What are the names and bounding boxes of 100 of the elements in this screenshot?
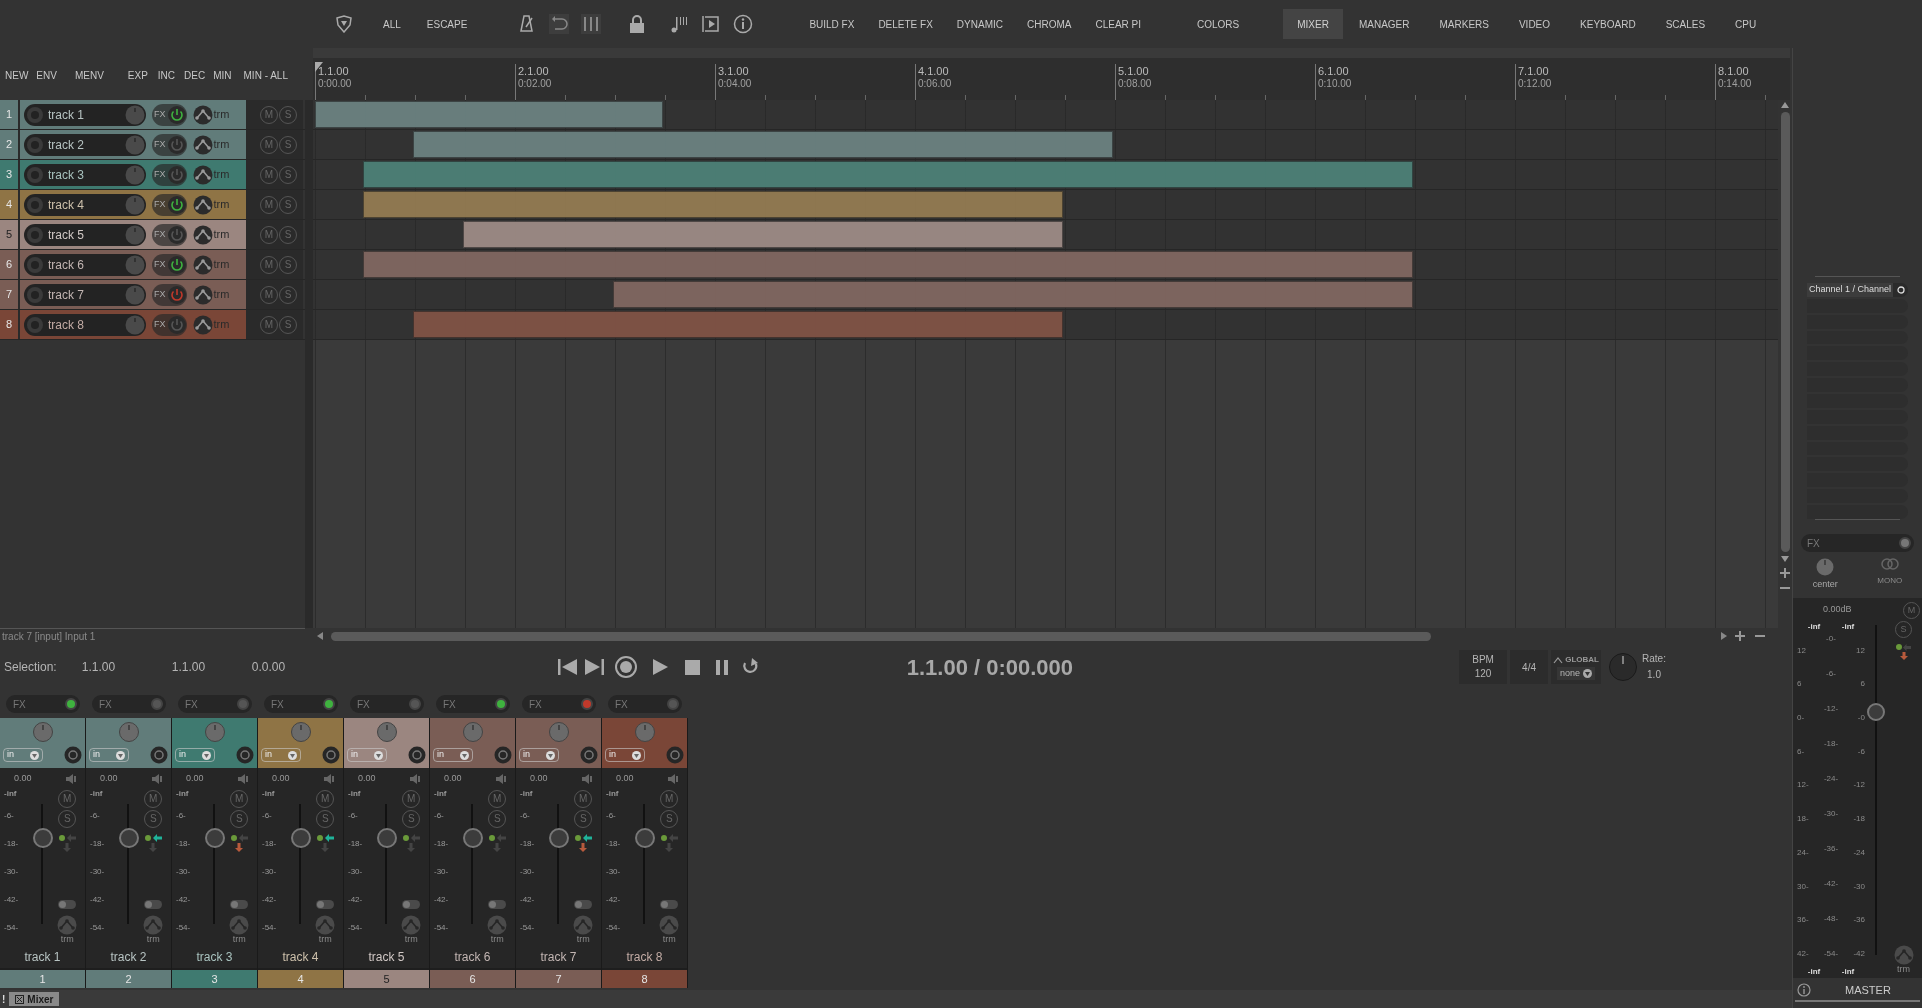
zoom-in-icon[interactable]	[1735, 631, 1745, 641]
toolbar-button[interactable]: INC	[157, 67, 176, 83]
close-icon[interactable]	[15, 994, 25, 1004]
strip-name[interactable]: track 2	[86, 946, 171, 968]
speaker-icon[interactable]	[495, 773, 507, 785]
record-arm-icon[interactable]	[25, 224, 45, 245]
toolbar-button[interactable]: DEC	[184, 67, 206, 83]
media-item[interactable]	[363, 251, 1413, 278]
mixer-tab[interactable]: Mixer	[9, 992, 60, 1006]
trim-label[interactable]: trm	[232, 935, 246, 944]
track-header[interactable]: track 8 FX trm	[20, 310, 246, 339]
strip-name[interactable]: track 4	[258, 946, 343, 968]
toolbar-button[interactable]: CHROMA	[1023, 16, 1076, 32]
record-arm-icon[interactable]	[494, 746, 512, 764]
trim-label[interactable]: trm	[213, 166, 230, 183]
automation-icon[interactable]	[192, 314, 213, 335]
toolbar-button[interactable]: COLORS	[1193, 16, 1244, 32]
zoom-out-icon[interactable]	[1780, 586, 1790, 590]
toolbar-button[interactable]: EXP	[127, 67, 148, 83]
speaker-icon[interactable]	[581, 773, 593, 785]
loop-icon[interactable]	[549, 14, 570, 34]
media-item[interactable]	[463, 221, 1063, 248]
pan-knob[interactable]	[462, 722, 483, 742]
vertical-scrollbar[interactable]	[1780, 112, 1790, 552]
record-arm-icon[interactable]	[64, 746, 82, 764]
toggle-switch[interactable]	[660, 900, 679, 909]
input-dropdown[interactable]: in	[433, 748, 473, 762]
toolbar-button[interactable]: CLEAR PI	[1091, 16, 1145, 32]
strip-number[interactable]: 6	[430, 970, 515, 988]
speaker-icon[interactable]	[151, 773, 163, 785]
automation-icon[interactable]	[192, 284, 213, 305]
pan-knob[interactable]	[290, 722, 311, 742]
volume-knob[interactable]	[125, 224, 145, 245]
fx-power-icon[interactable]	[166, 224, 187, 245]
info-icon[interactable]	[1797, 983, 1811, 997]
volume-fader-thumb[interactable]	[290, 828, 311, 848]
trim-label[interactable]: trm	[1897, 965, 1910, 974]
track-header[interactable]: track 4 FX trm	[20, 190, 246, 219]
speaker-icon[interactable]	[323, 773, 335, 785]
record-arm-icon[interactable]	[25, 314, 45, 335]
strip-name[interactable]: track 6	[430, 946, 515, 968]
toolbar-tab[interactable]: CPU	[1721, 9, 1771, 39]
record-arm-icon[interactable]	[25, 284, 45, 305]
toolbar-button[interactable]: DYNAMIC	[952, 16, 1007, 32]
toolbar-button[interactable]: NEW	[5, 67, 29, 83]
trim-label[interactable]: trm	[404, 935, 418, 944]
toolbar-tab[interactable]: KEYBOARD	[1566, 9, 1650, 39]
trim-label[interactable]: trm	[213, 226, 230, 243]
strip-name[interactable]: track 1	[0, 946, 85, 968]
scroll-left-arrow-icon[interactable]	[317, 632, 323, 640]
timeline-ruler[interactable]: 1.1.00 0:00.00 2.1.00 0:02.00 3.1.00 0:04.00 4.1.00 0:06.00 5.1.00 0:08.00 6.1.00 0:10.00 7.1.00 0:12.00 8.1.00 0:14.00	[313, 48, 1790, 100]
fx-slot[interactable]: FX	[1801, 534, 1914, 552]
automation-icon[interactable]	[192, 134, 213, 155]
pan-knob[interactable]	[376, 722, 397, 742]
speaker-icon[interactable]	[667, 773, 679, 785]
volume-fader-thumb[interactable]	[376, 828, 397, 848]
toolbar-tab[interactable]: VIDEO	[1504, 9, 1565, 39]
automation-icon[interactable]	[192, 224, 213, 245]
automation-icon[interactable]	[192, 104, 213, 125]
strip-number[interactable]: 1	[0, 970, 85, 988]
trim-label[interactable]: trm	[146, 935, 160, 944]
strip-number[interactable]: 8	[602, 970, 687, 988]
fx-slot[interactable]: FX	[178, 695, 252, 713]
fx-slot[interactable]: FX	[264, 695, 338, 713]
automation-icon[interactable]	[192, 194, 213, 215]
fx-power-icon[interactable]	[166, 194, 187, 215]
trim-label[interactable]: trm	[213, 256, 230, 273]
record-arm-icon[interactable]	[25, 164, 45, 185]
input-dropdown[interactable]: in	[175, 748, 215, 762]
input-dropdown[interactable]: in	[261, 748, 301, 762]
pan-knob[interactable]	[118, 722, 139, 742]
input-dropdown[interactable]: in	[347, 748, 387, 762]
speaker-icon[interactable]	[65, 773, 77, 785]
record-arm-icon[interactable]	[408, 746, 426, 764]
toggle-switch[interactable]	[58, 900, 77, 909]
automation-icon[interactable]	[192, 164, 213, 185]
play-flag-icon[interactable]	[701, 14, 722, 34]
track-header[interactable]: track 7 FX trm	[20, 280, 246, 309]
fx-slot[interactable]: FX	[350, 695, 424, 713]
fx-slot[interactable]: FX	[522, 695, 596, 713]
toggle-switch[interactable]	[574, 900, 593, 909]
toggle-switch[interactable]	[488, 900, 507, 909]
toggle-switch[interactable]	[144, 900, 163, 909]
fx-slot[interactable]: FX	[92, 695, 166, 713]
zoom-out-icon[interactable]	[1755, 634, 1765, 638]
record-arm-icon[interactable]	[580, 746, 598, 764]
record-arm-icon[interactable]	[25, 134, 45, 155]
record-arm-icon[interactable]	[150, 746, 168, 764]
trim-label[interactable]: trm	[213, 286, 230, 303]
track-header[interactable]: track 3 FX trm	[20, 160, 246, 189]
record-arm-icon[interactable]	[25, 194, 45, 215]
toolbar-button[interactable]: BUILD FX	[805, 16, 859, 32]
fx-power-icon[interactable]	[166, 104, 187, 125]
volume-fader-thumb[interactable]	[32, 828, 53, 848]
rate-value[interactable]: 1.0	[1647, 667, 1661, 683]
strip-number[interactable]: 3	[172, 970, 257, 988]
strip-number[interactable]: 5	[344, 970, 429, 988]
fx-slot[interactable]: FX	[608, 695, 682, 713]
music-notes-icon[interactable]	[669, 14, 690, 34]
scroll-down-arrow-icon[interactable]	[1781, 556, 1789, 562]
